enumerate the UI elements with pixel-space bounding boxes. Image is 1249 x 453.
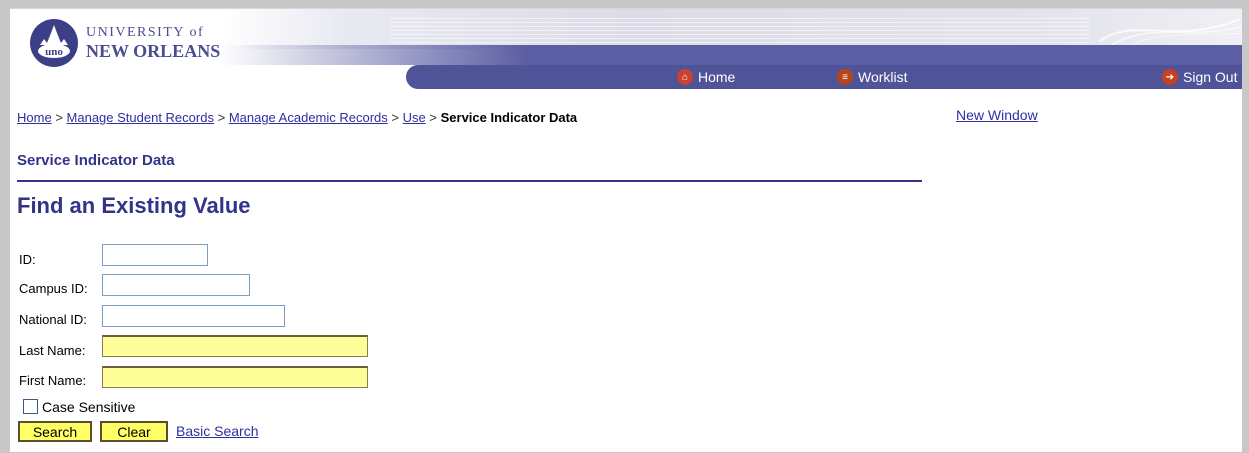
header-bar-fade bbox=[220, 45, 1242, 65]
id-field[interactable] bbox=[102, 244, 208, 266]
breadcrumb-separator: > bbox=[217, 110, 226, 125]
breadcrumb-separator: > bbox=[391, 110, 400, 125]
nav-home-label: Home bbox=[698, 69, 736, 85]
logo-line2: NEW ORLEANS bbox=[86, 41, 221, 61]
breadcrumb-home[interactable]: Home bbox=[17, 110, 52, 125]
last-name-label: Last Name: bbox=[19, 343, 86, 358]
case-sensitive-checkbox[interactable] bbox=[23, 399, 38, 414]
search-button[interactable]: Search bbox=[18, 421, 92, 442]
national-id-label: National ID: bbox=[19, 312, 87, 327]
breadcrumb-manage-student-records[interactable]: Manage Student Records bbox=[67, 110, 214, 125]
breadcrumb: Home > Manage Student Records > Manage A… bbox=[17, 110, 577, 125]
uno-seal-icon: uno bbox=[30, 19, 78, 67]
page-frame: uno UNIVERSITY of NEW ORLEANS ⌂ Home ≡ W… bbox=[10, 8, 1242, 452]
breadcrumb-use[interactable]: Use bbox=[403, 110, 426, 125]
nav-sign-out[interactable]: ➔ Sign Out bbox=[1162, 69, 1237, 85]
nav-sign-out-label: Sign Out bbox=[1183, 69, 1238, 85]
sign-out-icon: ➔ bbox=[1162, 69, 1178, 85]
worklist-icon: ≡ bbox=[837, 69, 853, 85]
campus-id-label: Campus ID: bbox=[19, 281, 88, 296]
uno-logo: uno UNIVERSITY of NEW ORLEANS bbox=[30, 19, 230, 79]
basic-search-link[interactable]: Basic Search bbox=[176, 423, 258, 439]
header-swirl-graphic bbox=[1099, 18, 1242, 48]
page-title: Service Indicator Data bbox=[17, 152, 175, 169]
nav-home[interactable]: ⌂ Home bbox=[677, 69, 735, 85]
nav-bar bbox=[406, 65, 1242, 89]
header-texture bbox=[390, 15, 1090, 45]
new-window-link[interactable]: New Window bbox=[956, 107, 1038, 123]
breadcrumb-separator: > bbox=[429, 110, 437, 125]
clear-button[interactable]: Clear bbox=[100, 421, 168, 442]
find-heading: Find an Existing Value bbox=[17, 193, 251, 218]
first-name-label: First Name: bbox=[19, 373, 87, 388]
logo-line1: UNIVERSITY of bbox=[86, 25, 205, 40]
logo-monogram: uno bbox=[45, 46, 63, 58]
home-icon: ⌂ bbox=[677, 69, 693, 85]
header-banner: uno UNIVERSITY of NEW ORLEANS ⌂ Home ≡ W… bbox=[10, 9, 1242, 91]
case-sensitive-label: Case Sensitive bbox=[42, 399, 136, 415]
breadcrumb-separator: > bbox=[55, 110, 63, 125]
nav-worklist-label: Worklist bbox=[858, 69, 908, 85]
title-divider bbox=[17, 180, 922, 182]
national-id-field[interactable] bbox=[102, 305, 285, 327]
first-name-field[interactable] bbox=[102, 366, 368, 388]
nav-worklist[interactable]: ≡ Worklist bbox=[837, 69, 908, 85]
campus-id-field[interactable] bbox=[102, 274, 250, 296]
last-name-field[interactable] bbox=[102, 335, 368, 357]
breadcrumb-manage-academic-records[interactable]: Manage Academic Records bbox=[229, 110, 388, 125]
id-label: ID: bbox=[19, 252, 36, 267]
breadcrumb-current: Service Indicator Data bbox=[440, 110, 578, 125]
